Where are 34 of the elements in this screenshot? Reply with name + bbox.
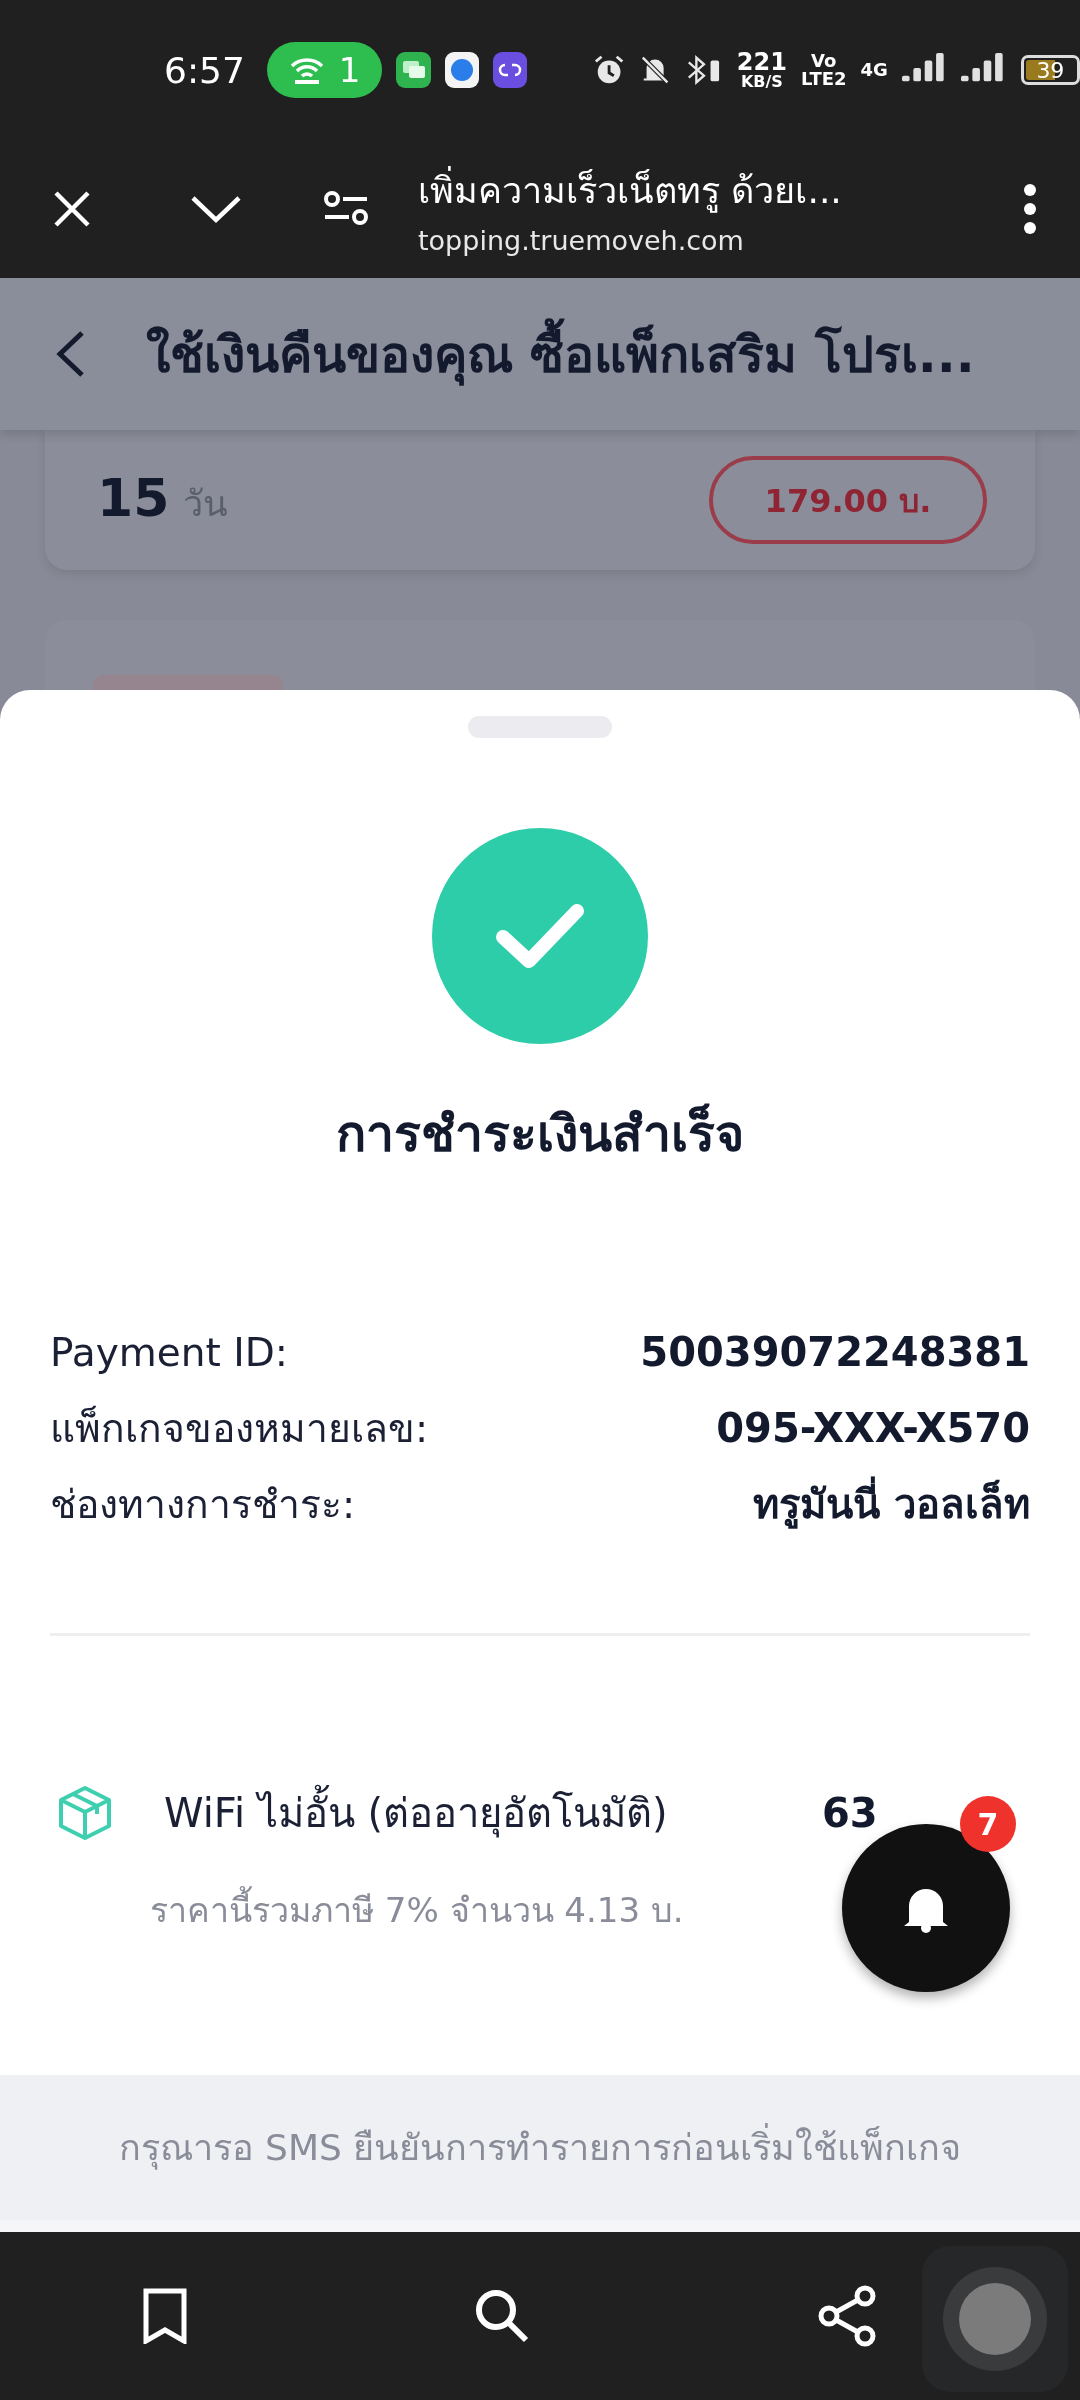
price-button[interactable]: 179.00 บ. (709, 456, 987, 544)
share-button[interactable] (816, 2285, 877, 2347)
volte-indicator: Vo LTE2 (800, 52, 847, 88)
detail-value: 095-XXX-X570 (716, 1405, 1030, 1451)
detail-label: แพ็กเกจของหมายเลข: (50, 1404, 429, 1453)
link-app-icon (492, 52, 527, 88)
detail-value: 50039072248381 (640, 1329, 1030, 1375)
network-speed: 221 KB/S (736, 50, 787, 90)
page-title: เพิ่มความเร็วเน็ตทรู ด้วยเ... (418, 162, 1010, 219)
back-button[interactable] (54, 329, 86, 379)
notification-badge: 7 (960, 1796, 1016, 1852)
wifi-icon (288, 55, 325, 85)
search-button[interactable] (474, 2288, 530, 2344)
network-type: 4G (860, 61, 888, 79)
assistive-touch-button[interactable] (922, 2246, 1068, 2392)
success-title: การชำระเงินสำเร็จ (336, 1102, 744, 1165)
chat-app-icon (396, 52, 431, 88)
detail-value: ทรูมันนี่ วอลเล็ท (753, 1472, 1030, 1536)
sms-note: กรุณารอ SMS ยืนยันการทำรายการก่อนเริ่มใช้แพ็กเกจ (118, 2119, 962, 2176)
browser-app-icon (444, 52, 479, 88)
hotspot-badge: 1 (266, 42, 383, 98)
bookmark-button[interactable] (143, 2288, 188, 2344)
package-price: 63 (822, 1790, 878, 1836)
box-icon (56, 1784, 114, 1842)
clock-time: 6:57 (164, 49, 245, 91)
header-title: ใช้เงินคืนของคุณ ซื้อแพ็กเสริม โปรเ... (146, 314, 975, 394)
detail-label: ช่องทางการชำระ: (50, 1481, 356, 1529)
tax-note: ราคานี้รวมภาษี 7% จำนวน 4.13 บ. (150, 1883, 684, 1937)
battery-icon: 39 (1020, 55, 1080, 85)
more-icon (1023, 184, 1037, 234)
days-count: 15 (97, 468, 170, 528)
detail-label: Payment ID: (50, 1329, 288, 1375)
package-name: WiFi ไม่อั้น (ต่ออายุอัตโนมัติ) (164, 1781, 772, 1845)
page-url: topping.truemoveh.com (418, 225, 745, 256)
